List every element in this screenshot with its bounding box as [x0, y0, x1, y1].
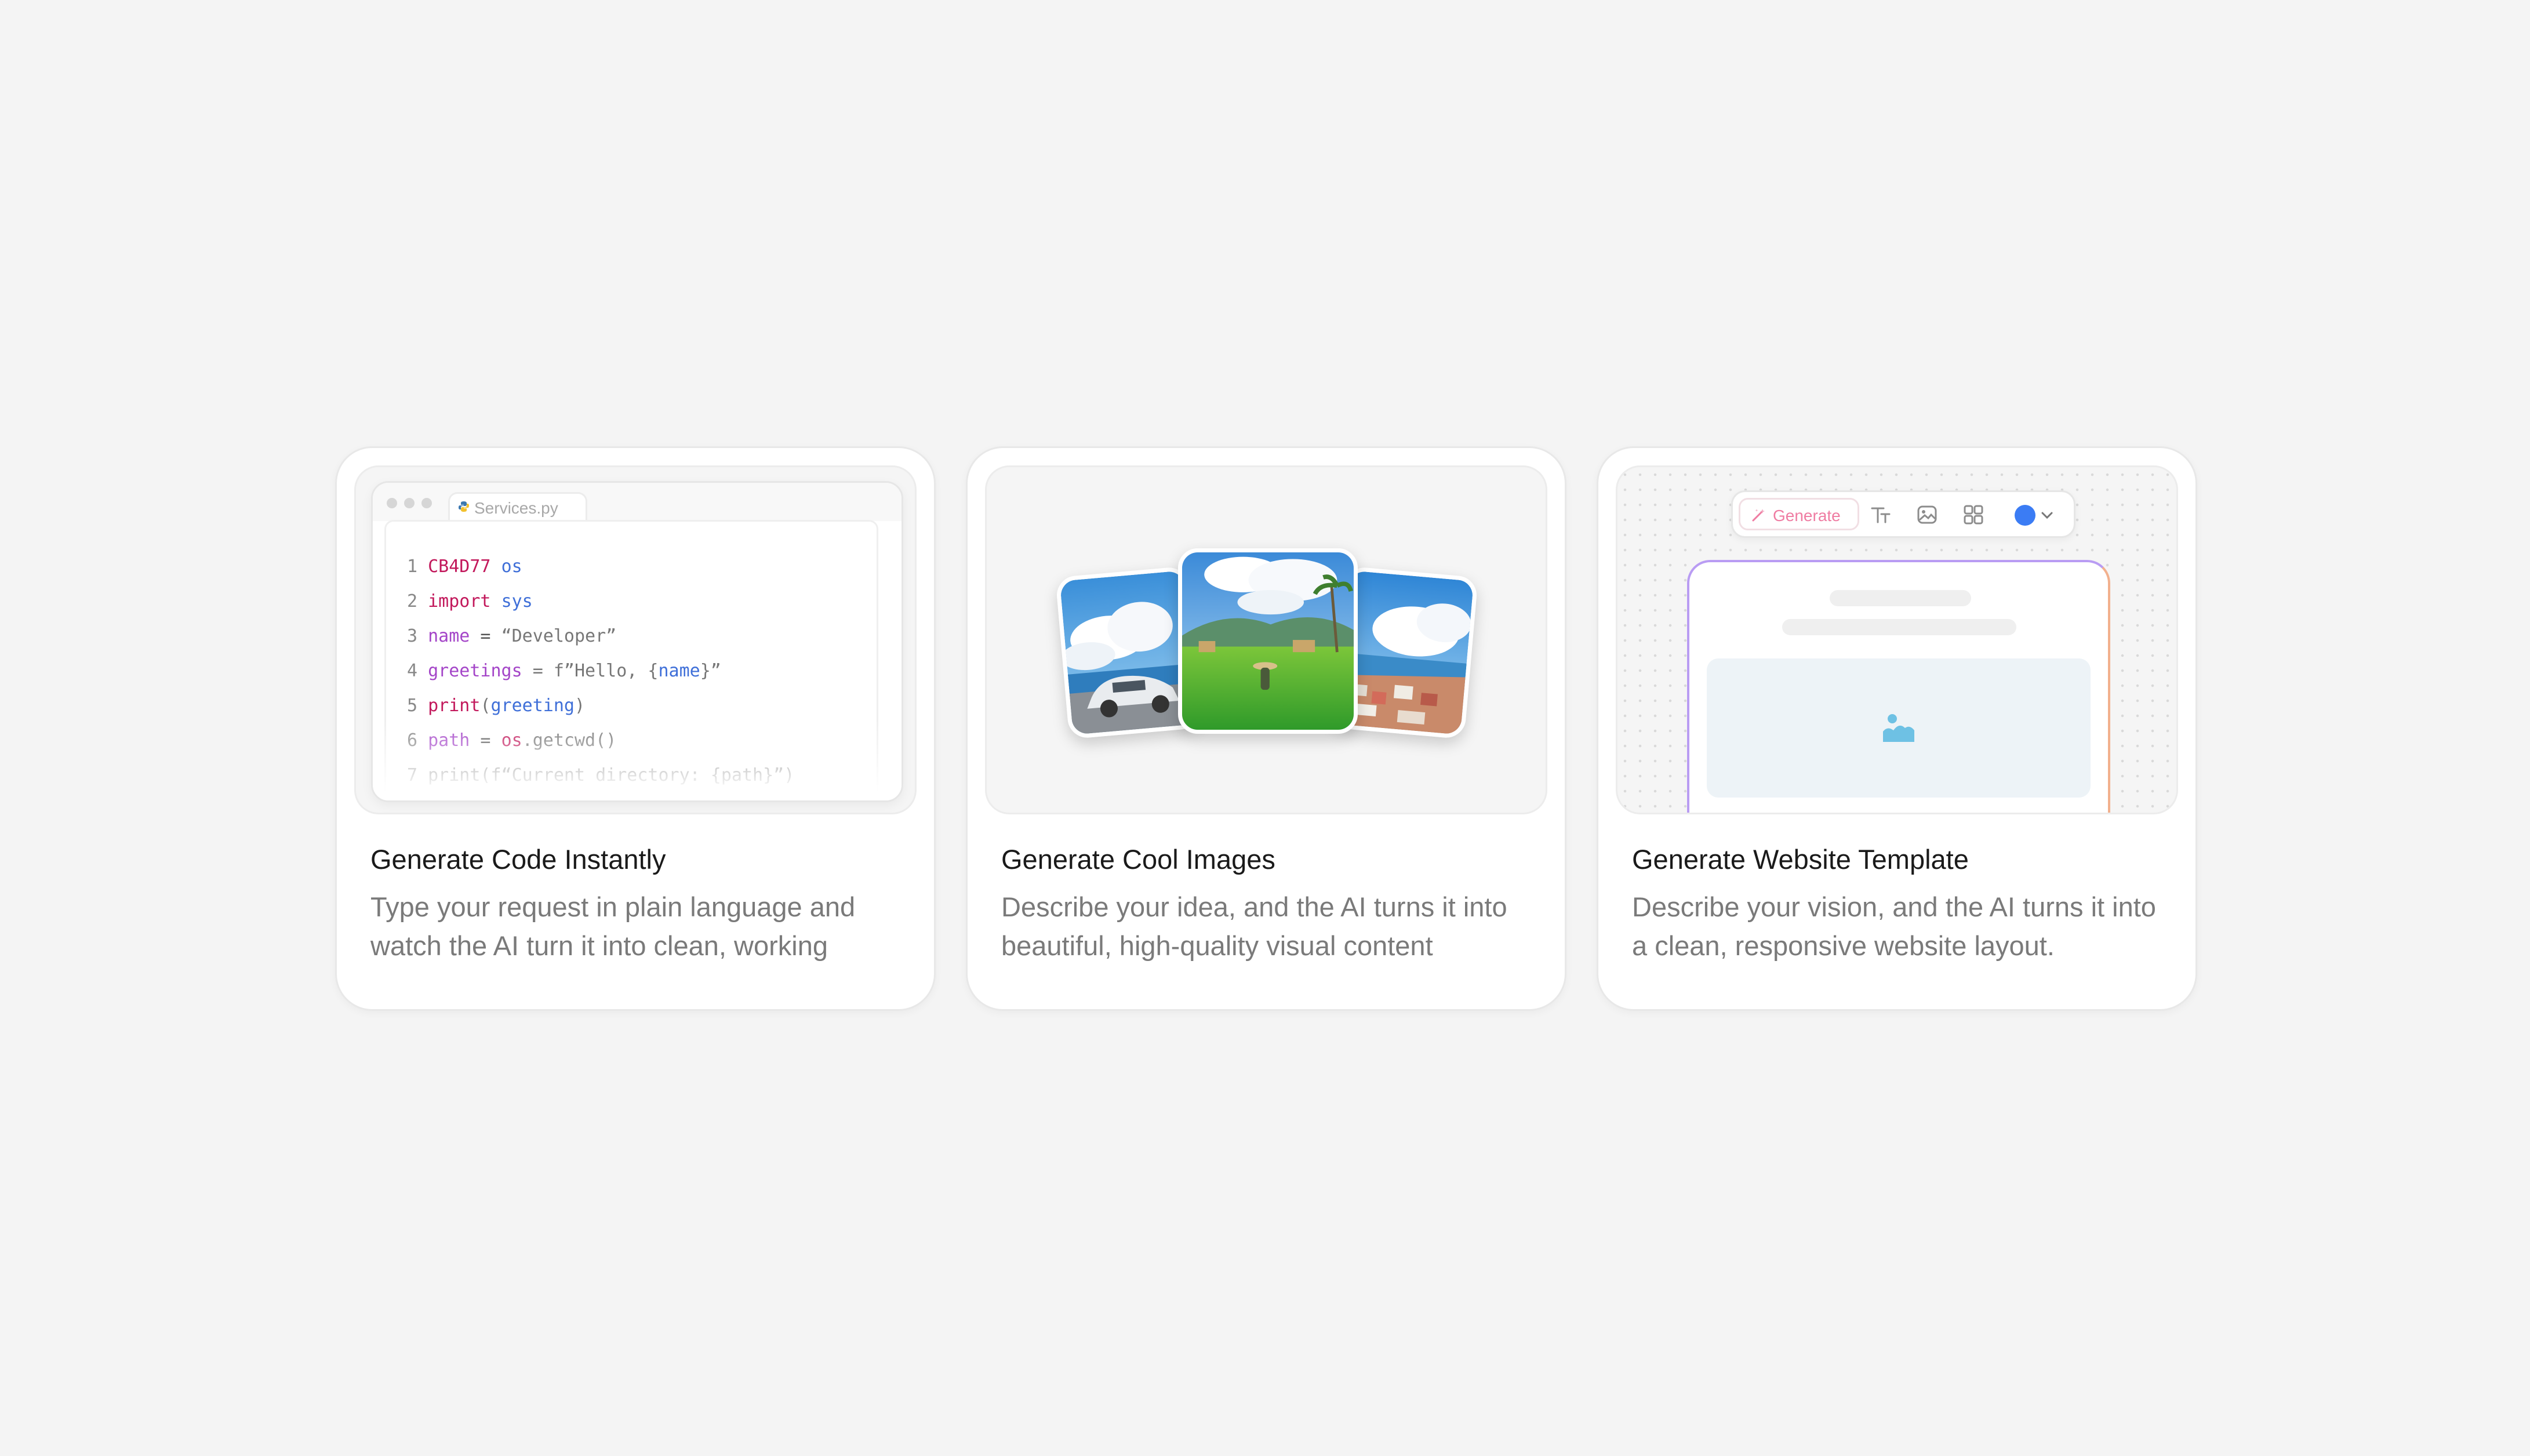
- magic-wand-icon: [1752, 509, 1765, 522]
- line-number: 1: [407, 556, 428, 577]
- code-token: }”: [700, 661, 721, 681]
- code-token: greeting: [490, 696, 575, 716]
- code-line: 2 import sys: [407, 591, 533, 611]
- line-number: 2: [407, 591, 428, 611]
- generated-image-field: [1178, 548, 1358, 734]
- images-preview: [985, 465, 1547, 814]
- grid-icon[interactable]: [1962, 504, 1984, 526]
- code-line: 5 print(greeting): [407, 696, 585, 716]
- line-number: 3: [407, 626, 428, 646]
- code-feature-card[interactable]: Services.py 1 CB4D77 os 2 import sys 3 nam…: [335, 446, 936, 1011]
- window-dot-icon: [387, 498, 397, 508]
- card-title: Generate Cool Images: [1001, 844, 1275, 875]
- generate-label: Generate: [1773, 507, 1841, 525]
- image-placeholder: [1707, 658, 2091, 798]
- window-dot-icon: [421, 498, 432, 508]
- card-description: Describe your vision, and the AI turns i…: [1632, 891, 2156, 961]
- file-tab[interactable]: Services.py: [448, 492, 587, 521]
- code-token: import: [428, 591, 491, 611]
- code-token: ): [575, 696, 586, 716]
- code-token: print: [428, 696, 481, 716]
- card-description: Type your request in plain language and …: [370, 891, 856, 961]
- website-preview: Generate: [1616, 465, 2178, 814]
- website-feature-card[interactable]: Generate Generate Website Template Descr…: [1597, 446, 2197, 1011]
- title-placeholder: [1830, 590, 1971, 606]
- code-token: name: [428, 626, 470, 646]
- image-feature-card[interactable]: Generate Cool Images Describe your idea,…: [966, 446, 1566, 1011]
- code-fade-overlay: [373, 719, 902, 800]
- chevron-down-icon[interactable]: [2040, 509, 2054, 521]
- code-preview: Services.py 1 CB4D77 os 2 import sys 3 nam…: [354, 465, 917, 814]
- code-token: name: [658, 661, 700, 681]
- code-token: (: [480, 696, 491, 716]
- image-icon[interactable]: [1916, 504, 1938, 526]
- file-tab-label: Services.py: [474, 499, 558, 517]
- code-token: CB4D77: [428, 556, 491, 577]
- card-title: Generate Code Instantly: [370, 844, 666, 875]
- card-description: Describe your idea, and the AI turns it …: [1001, 891, 1507, 961]
- card-title: Generate Website Template: [1632, 844, 1969, 875]
- text-icon[interactable]: [1870, 504, 1892, 526]
- website-layout-frame: [1687, 560, 2110, 813]
- subtitle-placeholder: [1782, 619, 2016, 635]
- window-dot-icon: [404, 498, 415, 508]
- image-placeholder-icon: [1883, 714, 1914, 742]
- code-token: sys: [501, 591, 533, 611]
- line-number: 4: [407, 661, 428, 681]
- generator-toolbar: Generate: [1731, 490, 2075, 538]
- code-editor-window: Services.py 1 CB4D77 os 2 import sys 3 nam…: [371, 481, 903, 802]
- code-line: 3 name = “Developer”: [407, 626, 616, 646]
- python-icon: [459, 501, 469, 512]
- code-token: =: [470, 626, 501, 646]
- generate-button[interactable]: Generate: [1739, 498, 1859, 530]
- code-line: 4 greetings = f”Hello, {name}”: [407, 661, 721, 681]
- editor-tab-bar: Services.py: [373, 483, 902, 521]
- code-token: = f”Hello, {: [522, 661, 659, 681]
- code-token: greetings: [428, 661, 522, 681]
- code-token: os: [501, 556, 522, 577]
- color-swatch[interactable]: [2015, 505, 2035, 526]
- code-token: “Developer”: [501, 626, 617, 646]
- code-line: 1 CB4D77 os: [407, 556, 522, 577]
- line-number: 5: [407, 696, 428, 716]
